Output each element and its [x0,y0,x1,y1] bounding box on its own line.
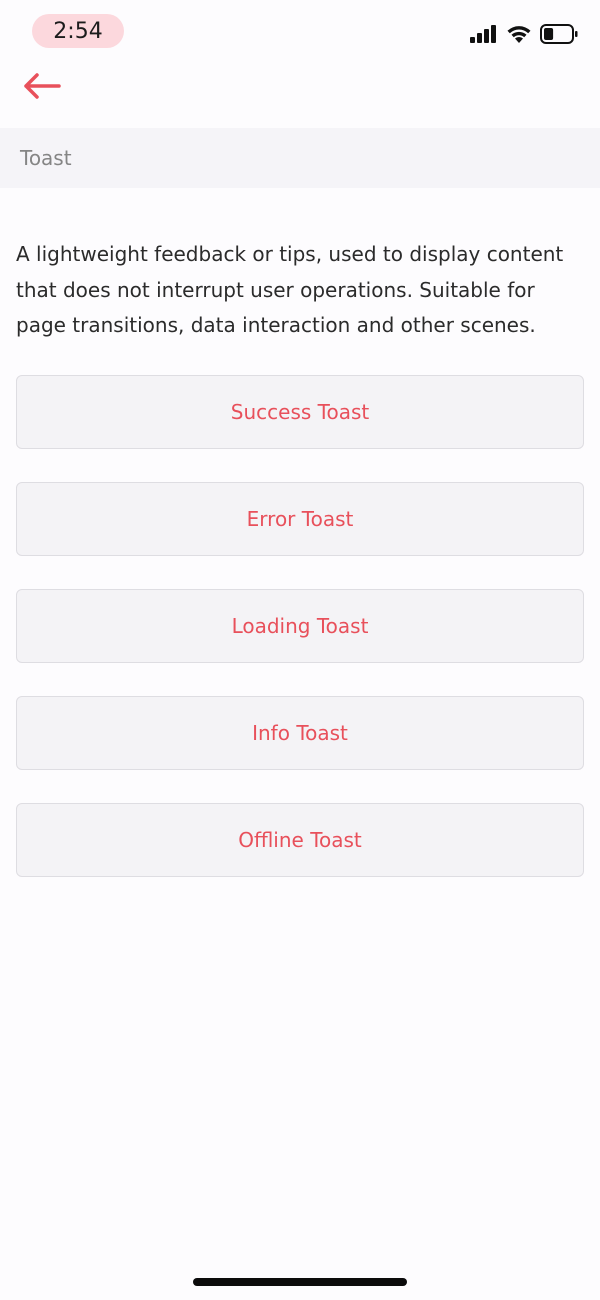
toast-button-list: Success Toast Error Toast Loading Toast … [16,375,584,910]
description-text: A lightweight feedback or tips, used to … [16,242,564,337]
offline-toast-button[interactable]: Offline Toast [16,803,584,877]
arrow-left-icon [22,73,62,103]
success-toast-button[interactable]: Success Toast [16,375,584,449]
status-icons [470,24,578,48]
section-title: Toast [20,146,72,170]
error-toast-button[interactable]: Error Toast [16,482,584,556]
cellular-signal-icon [470,25,498,47]
section-header: Toast [0,128,600,188]
back-button[interactable] [18,68,66,108]
info-toast-button[interactable]: Info Toast [16,696,584,770]
home-indicator [193,1278,407,1286]
battery-icon [540,24,578,48]
status-time: 2:54 [32,14,124,48]
status-bar: 2:54 [0,0,600,64]
loading-toast-button[interactable]: Loading Toast [16,589,584,663]
wifi-icon [506,24,532,48]
